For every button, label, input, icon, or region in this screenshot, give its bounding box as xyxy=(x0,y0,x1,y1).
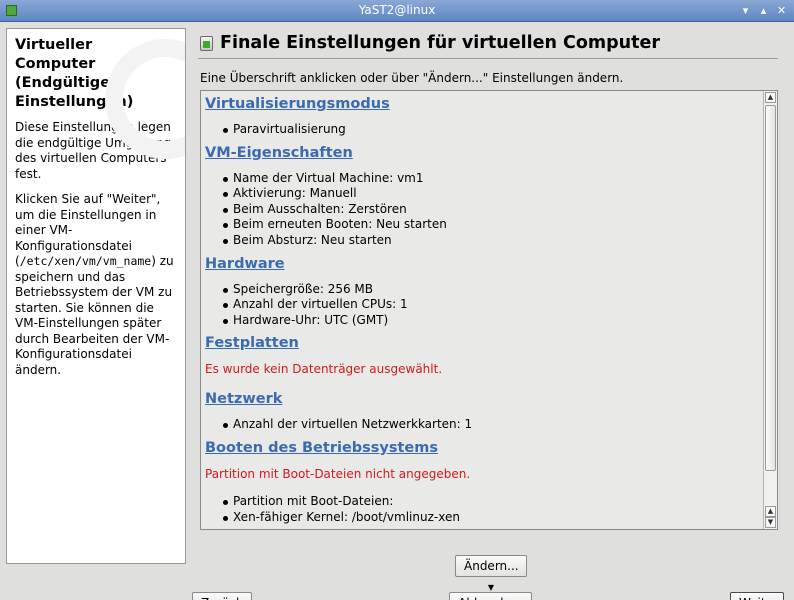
config-path: /etc/xen/vm/vm_name xyxy=(19,254,152,268)
list-item: Speichergröße: 256 MB xyxy=(223,282,761,298)
list-item: Hardware-Uhr: UTC (GMT) xyxy=(223,313,761,329)
change-button[interactable]: Ändern... ▼ xyxy=(455,555,527,592)
help-paragraph-2: Klicken Sie auf "Weiter", um die Einstel… xyxy=(15,192,174,377)
help-title: Virtueller Computer (Endgültige Einstell… xyxy=(15,37,134,110)
error-message: Es wurde kein Datenträger ausgewählt. xyxy=(205,362,443,377)
heading-festplatten[interactable]: Festplatten xyxy=(205,333,761,355)
list-item: Anzahl der virtuellen Netzwerkkarten: 1 xyxy=(223,417,761,433)
next-button[interactable]: Weiter xyxy=(730,592,784,600)
section-virtualisierungsmodus: Virtualisierungsmodus Paravirtualisierun… xyxy=(205,94,761,138)
maximize-icon[interactable]: ▴ xyxy=(756,3,771,18)
heading-vm-eigenschaften[interactable]: VM-Eigenschaften xyxy=(205,143,761,165)
dialog-body: Virtueller Computer (Endgültige Einstell… xyxy=(0,22,794,600)
close-icon[interactable]: ✕ xyxy=(774,3,789,18)
list-item: Anzahl der virtuellen CPUs: 1 xyxy=(223,297,761,313)
vertical-scrollbar[interactable]: ▲ ▲ ▼ xyxy=(763,91,777,529)
summary-view[interactable]: Virtualisierungsmodus Paravirtualisierun… xyxy=(200,90,778,530)
scroll-down-icon[interactable]: ▼ xyxy=(765,517,776,528)
list-item: Beim Ausschalten: Zerstören xyxy=(223,202,761,218)
header-divider xyxy=(198,58,778,59)
help-panel[interactable]: Virtueller Computer (Endgültige Einstell… xyxy=(6,28,186,564)
error-message: Partition mit Boot-Dateien nicht angegeb… xyxy=(205,466,471,481)
list-item: Beim Absturz: Neu starten xyxy=(223,233,761,249)
chevron-down-icon: ▼ xyxy=(487,583,495,592)
back-button[interactable]: Zurück xyxy=(192,592,252,600)
minimize-icon[interactable]: ▾ xyxy=(738,3,753,18)
section-festplatten: Festplatten Es wurde kein Datenträger au… xyxy=(205,333,761,377)
heading-virtualisierungsmodus[interactable]: Virtualisierungsmodus xyxy=(205,94,761,116)
page-title: Finale Einstellungen für virtuellen Comp… xyxy=(220,33,660,53)
list-item: Aktivierung: Manuell xyxy=(223,186,761,202)
content-area: Finale Einstellungen für virtuellen Comp… xyxy=(194,26,790,564)
section-netzwerk: Netzwerk Anzahl der virtuellen Netzwerkk… xyxy=(205,389,761,433)
list-item: Paravirtualisierung xyxy=(223,122,761,138)
vm-config-icon xyxy=(200,36,213,51)
list-item: Partition mit Boot-Dateien: xyxy=(223,494,761,510)
heading-hardware[interactable]: Hardware xyxy=(205,254,761,276)
section-hardware: Hardware Speichergröße: 256 MB Anzahl de… xyxy=(205,254,761,329)
section-booten: Booten des Betriebssystems Partition mit… xyxy=(205,438,761,525)
scrollbar-thumb[interactable] xyxy=(765,105,776,471)
help-paragraph-1: Diese Einstellungen legen die endgültige… xyxy=(15,120,172,181)
section-vm-eigenschaften: VM-Eigenschaften Name der Virtual Machin… xyxy=(205,143,761,249)
scroll-up-icon[interactable]: ▲ xyxy=(765,92,776,103)
list-item: Xen-fähiger Kernel: /boot/vmlinuz-xen xyxy=(223,510,761,526)
abort-button[interactable]: Abbrechen xyxy=(449,592,532,600)
scroll-up-icon[interactable]: ▲ xyxy=(765,506,776,517)
window-titlebar: YaST2@linux ▾ ▴ ✕ xyxy=(0,0,794,22)
list-item: Beim erneuten Booten: Neu starten xyxy=(223,217,761,233)
heading-booten[interactable]: Booten des Betriebssystems xyxy=(205,438,761,460)
instruction-text: Eine Überschrift anklicken oder über "Än… xyxy=(200,71,624,85)
heading-netzwerk[interactable]: Netzwerk xyxy=(205,389,761,411)
summary-content: Virtualisierungsmodus Paravirtualisierun… xyxy=(205,94,761,529)
window-title: YaST2@linux xyxy=(358,3,436,17)
list-item: Name der Virtual Machine: vm1 xyxy=(223,171,761,187)
